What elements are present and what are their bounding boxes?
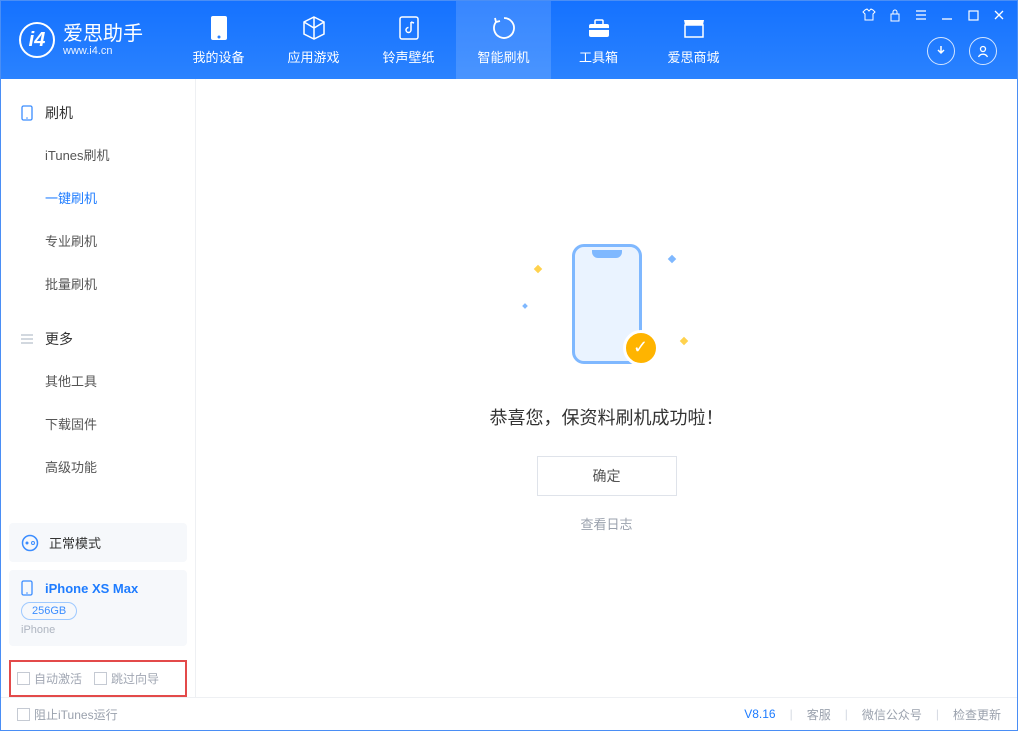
- user-circle-icon[interactable]: [969, 37, 997, 65]
- tab-toolbox[interactable]: 工具箱: [551, 1, 646, 79]
- sidebar: 刷机 iTunes刷机 一键刷机 专业刷机 批量刷机 更多 其他工具 下载固件 …: [1, 79, 196, 697]
- lock-icon[interactable]: [887, 7, 903, 23]
- version-label: V8.16: [744, 707, 775, 721]
- sidebar-item-advanced[interactable]: 高级功能: [1, 445, 195, 488]
- phone-icon: [19, 105, 35, 121]
- nav-tabs: 我的设备 应用游戏 铃声壁纸 智能刷机 工具箱 爱思商城: [171, 1, 741, 79]
- view-log-link[interactable]: 查看日志: [580, 514, 632, 533]
- maximize-icon[interactable]: [965, 7, 981, 23]
- checkbox-block-itunes[interactable]: 阻止iTunes运行: [17, 706, 118, 723]
- shield-refresh-icon: [491, 15, 517, 41]
- tab-store[interactable]: 爱思商城: [646, 1, 741, 79]
- tab-my-device[interactable]: 我的设备: [171, 1, 266, 79]
- header-actions: [927, 37, 997, 65]
- tab-ringtone-wallpaper[interactable]: 铃声壁纸: [361, 1, 456, 79]
- status-card[interactable]: 正常模式: [9, 523, 187, 562]
- app-header: i4 爱思助手 www.i4.cn 我的设备 应用游戏 铃声壁纸 智能刷机 工具…: [1, 1, 1017, 79]
- close-icon[interactable]: [991, 7, 1007, 23]
- sidebar-item-oneclick-flash[interactable]: 一键刷机: [1, 176, 195, 219]
- menu-icon[interactable]: [913, 7, 929, 23]
- footer-right: V8.16 | 客服 | 微信公众号 | 检查更新: [744, 706, 1001, 723]
- success-check-icon: ✓: [623, 330, 659, 366]
- sidebar-item-batch-flash[interactable]: 批量刷机: [1, 262, 195, 305]
- toolbox-icon: [586, 15, 612, 41]
- brand-logo: i4 爱思助手 www.i4.cn: [1, 22, 161, 58]
- main-panel: ✓ 恭喜您，保资料刷机成功啦！ 确定 查看日志: [196, 79, 1017, 697]
- store-icon: [681, 15, 707, 41]
- group-header-more[interactable]: 更多: [1, 319, 195, 359]
- device-phone-icon: [21, 580, 37, 596]
- list-icon: [19, 331, 35, 347]
- group-header-flash[interactable]: 刷机: [1, 93, 195, 133]
- sidebar-item-pro-flash[interactable]: 专业刷机: [1, 219, 195, 262]
- sidebar-item-download-firmware[interactable]: 下载固件: [1, 402, 195, 445]
- success-message: 恭喜您，保资料刷机成功啦！: [490, 404, 724, 430]
- checkbox-auto-activate[interactable]: 自动激活: [17, 670, 82, 687]
- success-illustration: ✓: [517, 244, 697, 384]
- footer-bar: 阻止iTunes运行 V8.16 | 客服 | 微信公众号 | 检查更新: [1, 697, 1017, 730]
- minimize-icon[interactable]: [939, 7, 955, 23]
- brand-name: 爱思助手: [63, 23, 143, 45]
- music-note-icon: [396, 15, 422, 41]
- tab-app-games[interactable]: 应用游戏: [266, 1, 361, 79]
- ok-button[interactable]: 确定: [537, 456, 677, 496]
- device-storage-badge: 256GB: [21, 602, 77, 620]
- tab-smart-flash[interactable]: 智能刷机: [456, 1, 551, 79]
- window-controls: [861, 7, 1007, 23]
- footer-link-wechat[interactable]: 微信公众号: [862, 706, 922, 723]
- brand-url: www.i4.cn: [63, 45, 143, 57]
- sidebar-group-more: 更多 其他工具 下载固件 高级功能: [1, 305, 195, 488]
- status-normal-icon: [21, 534, 39, 552]
- footer-link-service[interactable]: 客服: [807, 706, 831, 723]
- download-circle-icon[interactable]: [927, 37, 955, 65]
- sidebar-item-other-tools[interactable]: 其他工具: [1, 359, 195, 402]
- logo-icon: i4: [19, 22, 55, 58]
- checkbox-skip-guide[interactable]: 跳过向导: [94, 670, 159, 687]
- device-icon: [206, 15, 232, 41]
- cube-icon: [301, 15, 327, 41]
- shirt-icon[interactable]: [861, 7, 877, 23]
- bottom-options-highlighted: 自动激活 跳过向导: [9, 660, 187, 697]
- device-card[interactable]: iPhone XS Max 256GB iPhone: [9, 570, 187, 646]
- content-area: 刷机 iTunes刷机 一键刷机 专业刷机 批量刷机 更多 其他工具 下载固件 …: [1, 79, 1017, 697]
- device-type: iPhone: [21, 624, 175, 636]
- footer-link-update[interactable]: 检查更新: [953, 706, 1001, 723]
- sidebar-group-flash: 刷机 iTunes刷机 一键刷机 专业刷机 批量刷机: [1, 79, 195, 305]
- device-name: iPhone XS Max: [21, 580, 175, 596]
- sidebar-item-itunes-flash[interactable]: iTunes刷机: [1, 133, 195, 176]
